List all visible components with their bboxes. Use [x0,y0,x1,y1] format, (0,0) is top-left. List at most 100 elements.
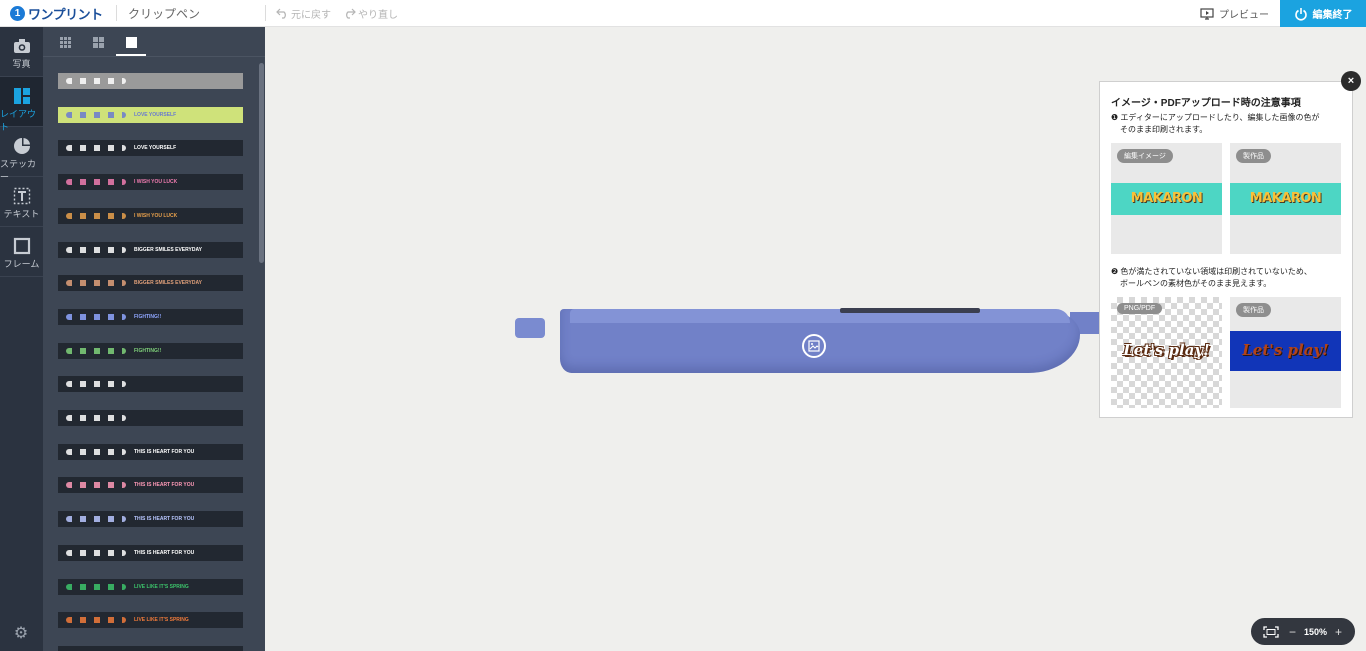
redo-label: やり直し [358,10,398,21]
template-deco [66,280,126,286]
logo-mark: 1 [10,6,25,21]
notice-text: ❷ 色が満たされていない領域は印刷されていないため、 [1111,267,1312,276]
rail-item-photo[interactable]: 写真 [0,27,43,77]
undo-button[interactable]: 元に戻す [276,6,331,21]
layout-template-item[interactable]: FIGHTING!! [58,343,243,359]
gear-icon[interactable]: ⚙ [12,625,30,643]
rail-label: 写真 [12,59,31,69]
template-deco [66,584,126,590]
logo[interactable]: 1 ワンプリント [10,4,103,23]
layout-template-item[interactable]: I WISH YOU LUCK [58,174,243,190]
camera-icon [13,37,31,55]
divider [265,5,266,21]
layout-template-item[interactable]: I WISH YOU LUCK [58,208,243,224]
layout-template-item[interactable]: BIGGER SMILES EVERYDAY [58,275,243,291]
zoom-control: − 150% + [1251,618,1355,645]
image-upload-icon[interactable] [802,334,826,358]
template-text: THIS IS HEART FOR YOU [134,449,195,455]
zoom-level: 150% [1304,626,1328,637]
template-deco [66,145,126,151]
rail-item-sticker[interactable]: ステッカー [0,127,43,182]
rail-item-layout[interactable]: レイアウト [0,77,43,132]
notice-text: そのまま印刷されます。 [1120,125,1208,134]
template-deco [66,213,126,219]
template-deco [66,179,126,185]
notice-text: ❶ エディターにアップロードしたり、編集した画像の色が [1111,113,1320,122]
single-icon[interactable] [124,35,138,49]
grid-large-icon[interactable] [91,35,105,49]
template-text: FIGHTING!! [134,348,162,354]
panel-scrollbar[interactable] [259,63,264,263]
template-text: THIS IS HEART FOR YOU [134,550,195,556]
layout-template-item[interactable]: LIVE LIKE IT'S SPRING [58,579,243,595]
thumb-tag: 編集イメージ [1117,149,1173,163]
lets-play-text: Let's play! [1123,341,1210,359]
layout-template-item[interactable]: LOVE YOURSELF [58,140,243,156]
preview-button[interactable]: プレビュー [1200,6,1269,21]
template-deco [66,415,126,421]
lets-play-text: Let's play! [1242,341,1329,359]
notice-point-1: ❶ エディターにアップロードしたり、編集した画像の色が そのまま印刷されます。 [1111,112,1320,136]
layout-template-item[interactable]: BIGGER SMILES EVERYDAY [58,242,243,258]
layout-template-item[interactable] [58,410,243,426]
preview-label: プレビュー [1219,10,1269,21]
template-text: LOVE YOURSELF [134,112,177,118]
layout-panel: LOVE YOURSELF LOVE YOURSELF I WISH YOU LUC… [43,27,265,651]
power-icon [1294,7,1307,21]
rail-label: テキスト [3,209,40,219]
template-text: FIGHTING!! [134,314,162,320]
rail-item-frame[interactable]: フレーム [0,227,43,277]
layout-template-item[interactable]: LOVE YOURSELF [58,107,243,123]
template-text: LOVE YOURSELF [134,145,177,151]
layout-template-item[interactable]: THIS IS HEART FOR YOU [58,545,243,561]
grid-small-icon[interactable] [58,35,72,49]
layout-template-item[interactable]: LIVE LIKE IT'S SPRING [58,612,243,628]
top-bar: 1 ワンプリント クリップペン 元に戻す やり直し プレビュー 編集終了 [0,0,1366,27]
thumb-tag: 製作品 [1236,149,1271,163]
logo-text: ワンプリント [28,7,103,22]
template-deco [66,348,126,354]
template-text: BIGGER SMILES EVERYDAY [134,280,202,286]
rail-item-text[interactable]: テキスト [0,177,43,227]
rail-label: フレーム [3,259,40,269]
template-text: THIS IS HEART FOR YOU [134,482,195,488]
makaron-text: MAKARON [1249,191,1322,206]
template-deco [66,550,126,556]
product-name: クリップペン [128,7,201,21]
layout-template-item[interactable] [58,376,243,392]
undo-icon [276,8,286,19]
template-text: LIVE LIKE IT'S SPRING [134,584,189,590]
edit-image-thumb: MAKARON 編集イメージ [1111,143,1222,254]
pen-clip [570,309,1070,323]
template-text: LIVE LIKE IT'S SPRING [134,617,189,623]
notice-text: ボールペンの素材色がそのまま見えます。 [1120,279,1272,288]
layout-icon [13,87,31,105]
zoom-in-button[interactable]: + [1335,625,1342,639]
tool-rail: 写真 レイアウト ステッカー テキスト フレーム ⚙ [0,27,43,651]
layout-template-item[interactable]: THIS IS HEART FOR YOU [58,477,243,493]
zoom-out-button[interactable]: − [1289,625,1296,639]
png-pdf-thumb: Let's play! PNG/PDF [1111,297,1222,408]
undo-label: 元に戻す [291,10,331,21]
fit-screen-icon[interactable] [1263,625,1279,638]
close-icon[interactable]: × [1341,71,1361,91]
template-deco [66,617,126,623]
active-tab-indicator [116,54,146,56]
template-deco [66,78,126,84]
notice-title: イメージ・PDFアップロード時の注意事項 [1111,98,1301,109]
layout-template-item[interactable]: FIGHTING!! [58,309,243,325]
notice-point-2: ❷ 色が満たされていない領域は印刷されていないため、 ボールペンの素材色がそのま… [1111,266,1312,290]
layout-template-item[interactable]: THIS IS HEART FOR YOU [58,511,243,527]
template-deco [66,247,126,253]
template-text: I WISH YOU LUCK [134,179,178,185]
redo-button[interactable]: やり直し [343,6,398,21]
layout-template-item[interactable] [58,73,243,89]
layout-template-item[interactable]: THIS IS HEART FOR YOU [58,444,243,460]
finish-edit-button[interactable]: 編集終了 [1280,0,1366,27]
thumb-tag: PNG/PDF [1117,303,1163,314]
template-deco [66,112,126,118]
layout-template-item[interactable]: LET'S DO THIS! [58,646,243,651]
pen-print-area [840,308,980,313]
template-text: BIGGER SMILES EVERYDAY [134,247,202,253]
template-deco [66,516,126,522]
